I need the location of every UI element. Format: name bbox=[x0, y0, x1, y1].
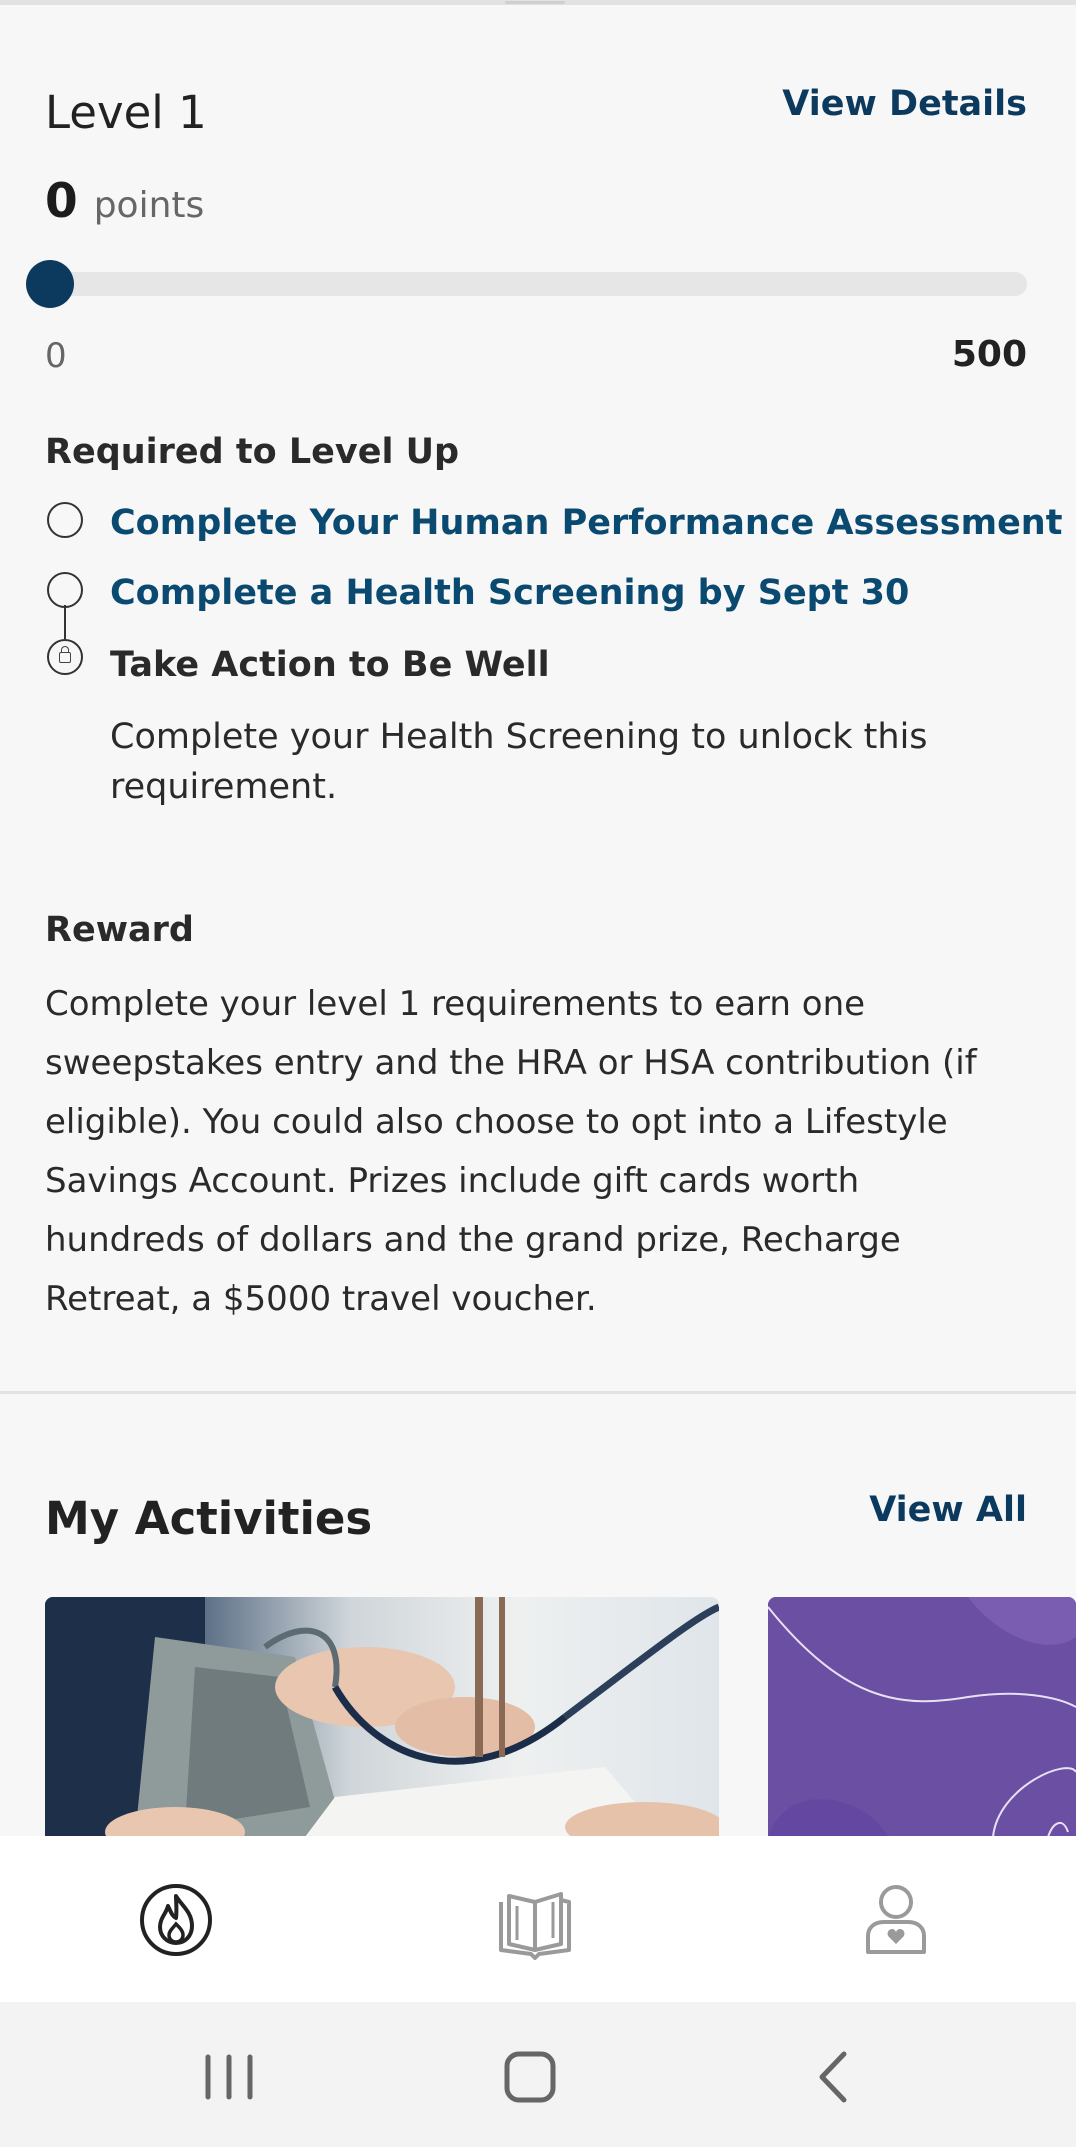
reward-heading: Reward bbox=[45, 910, 194, 950]
blood-pressure-photo bbox=[45, 1597, 719, 1837]
progress-bar bbox=[45, 272, 1027, 296]
book-icon bbox=[499, 1892, 571, 1960]
purple-wave-artwork bbox=[768, 1597, 1076, 1837]
view-all-link[interactable]: View All bbox=[869, 1490, 1027, 1530]
requirement-take-action-label: Take Action to Be Well bbox=[110, 645, 550, 685]
requirement-connector-line bbox=[64, 605, 66, 639]
requirement-health-screening-link[interactable]: Complete a Health Screening by Sept 30 bbox=[110, 573, 909, 613]
home-button[interactable] bbox=[495, 2042, 565, 2112]
points-label: points bbox=[93, 185, 205, 226]
progress-min-label: 0 bbox=[45, 336, 67, 376]
back-icon bbox=[819, 2051, 847, 2103]
activity-card-health-screening[interactable] bbox=[45, 1597, 719, 1837]
reward-description: Complete your level 1 requirements to ea… bbox=[45, 984, 977, 1319]
activity-card-purple[interactable] bbox=[768, 1597, 1076, 1837]
progress-indicator bbox=[26, 260, 74, 308]
sheet-top-edge bbox=[0, 0, 1076, 5]
progress-max-label: 500 bbox=[951, 334, 1027, 375]
requirement-status-circle-icon bbox=[47, 502, 83, 538]
flame-icon bbox=[140, 1884, 212, 1956]
recent-apps-button[interactable] bbox=[194, 2042, 264, 2112]
android-navigation-bar bbox=[0, 2002, 1076, 2147]
profile-heart-icon bbox=[866, 1885, 926, 1954]
locked-requirement-note: Complete your Health Screening to unlock… bbox=[110, 717, 928, 807]
drag-handle[interactable] bbox=[505, 1, 565, 4]
section-divider bbox=[0, 1391, 1076, 1394]
back-button[interactable] bbox=[800, 2042, 870, 2112]
requirement-status-circle-icon bbox=[47, 572, 83, 608]
bottom-navigation bbox=[0, 1836, 1076, 2002]
home-icon bbox=[504, 2051, 556, 2103]
nav-library-tab[interactable] bbox=[495, 1880, 575, 1960]
points-value: 0 bbox=[45, 174, 78, 229]
nav-flame-tab[interactable] bbox=[136, 1880, 216, 1960]
activities-heading: My Activities bbox=[45, 1492, 373, 1545]
view-details-link[interactable]: View Details bbox=[782, 84, 1027, 124]
requirements-heading: Required to Level Up bbox=[45, 432, 460, 472]
recent-apps-icon bbox=[205, 2054, 253, 2100]
level-title: Level 1 bbox=[45, 86, 207, 139]
nav-profile-tab[interactable] bbox=[856, 1880, 936, 1960]
requirement-hpa-link[interactable]: Complete Your Human Performance Assessme… bbox=[110, 503, 1062, 543]
lock-icon bbox=[47, 639, 83, 675]
points-display: 0 points bbox=[45, 174, 204, 229]
